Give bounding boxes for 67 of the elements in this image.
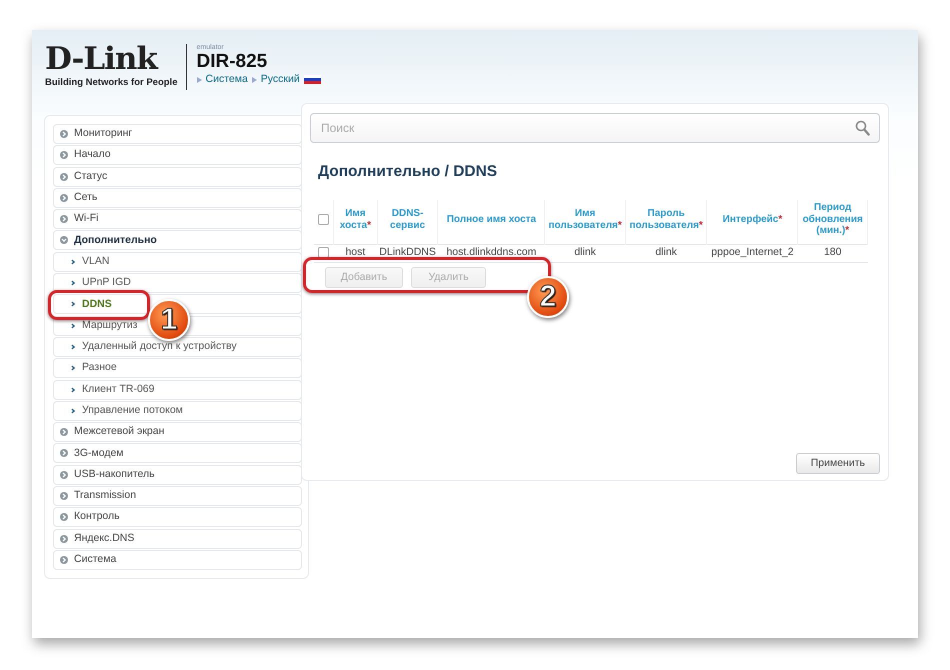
breadcrumb-arrow-icon (196, 76, 202, 83)
logo-tagline: Building Networks for People (45, 76, 178, 90)
sidebar-item[interactable]: Яндекс.DNS (53, 528, 302, 549)
page-title: Дополнительно / DDNS (318, 162, 498, 182)
sidebar-item[interactable]: Межсетевой экран (53, 422, 302, 442)
search-icon[interactable] (855, 120, 870, 136)
chevron-icon (70, 386, 76, 394)
sidebar-item[interactable]: Сеть (53, 188, 302, 208)
expand-icon (60, 130, 68, 138)
expand-icon (60, 492, 68, 500)
sidebar-item[interactable]: VLAN (53, 252, 302, 272)
table-cell: dlink (655, 246, 677, 258)
expand-icon (60, 172, 68, 181)
sidebar-item[interactable]: Система (53, 550, 302, 570)
sidebar-item[interactable]: Клиент TR-069 (53, 380, 302, 400)
table-cell: host.dlinkddns.com (446, 246, 536, 258)
collapse-icon (60, 236, 68, 244)
expand-icon (60, 151, 68, 160)
column-header: DDNS-сервис (390, 208, 426, 230)
column-header: Период обновления (мин.)* (802, 202, 863, 236)
expand-icon (60, 428, 68, 436)
sidebar-item[interactable]: Мониторинг (53, 124, 302, 144)
chevron-icon (70, 300, 76, 308)
sidebar-item[interactable]: Wi-Fi (53, 209, 302, 230)
column-header: Пароль пользователя* (629, 208, 703, 230)
model-name: DIR-825 (196, 52, 268, 72)
sidebar-item[interactable]: Статус (53, 166, 302, 187)
sidebar-item[interactable]: Разное (53, 358, 302, 378)
checkbox[interactable] (318, 214, 330, 225)
breadcrumb-link[interactable]: Система (206, 72, 248, 88)
sidebar-item[interactable]: 3G-модем (53, 443, 302, 464)
column-header: Полное имя хоста (446, 214, 536, 225)
logo: D-Link (45, 44, 160, 74)
breadcrumb-link[interactable]: Русский (260, 72, 300, 88)
apply-button[interactable]: Применить (796, 453, 880, 474)
table-cell: 180 (824, 246, 842, 258)
column-header: Имя хоста* (340, 208, 372, 230)
expand-icon (60, 513, 68, 522)
column-header: Интерфейс* (722, 214, 782, 225)
expand-icon (60, 449, 68, 458)
chevron-icon (70, 342, 76, 351)
chevron-icon (70, 364, 76, 372)
sidebar-item[interactable]: Дополнительно (53, 230, 302, 250)
table-cell: DLinkDDNS (379, 246, 436, 258)
table-cell: dlink (574, 246, 596, 258)
chevron-icon (70, 279, 76, 288)
flag-icon[interactable] (304, 75, 321, 84)
sidebar-item[interactable]: Управление потоком (53, 400, 302, 421)
sidebar-item[interactable]: UPnP IGD (53, 273, 302, 294)
checkbox[interactable] (318, 247, 330, 258)
table-cell: pppoe_Internet_2 (711, 246, 794, 258)
expand-icon (60, 215, 68, 224)
column-header: Имя пользователя* (548, 208, 622, 230)
expand-icon (60, 470, 68, 479)
search-field[interactable]: Поиск (310, 113, 880, 143)
chevron-icon (70, 258, 76, 266)
sidebar-item[interactable]: USB-накопитель (53, 464, 302, 485)
sidebar-item[interactable]: Transmission (53, 486, 302, 506)
sidebar-item[interactable]: Начало (53, 145, 302, 166)
table-cell: host (345, 246, 366, 258)
sidebar-item[interactable]: Удаленный доступ к устройству (53, 336, 302, 357)
expand-icon (60, 194, 68, 202)
chevron-icon (70, 406, 76, 415)
expand-icon (60, 556, 68, 564)
sidebar-item[interactable]: Контроль (53, 507, 302, 528)
breadcrumb-arrow-icon (252, 76, 257, 83)
expand-icon (60, 534, 68, 543)
